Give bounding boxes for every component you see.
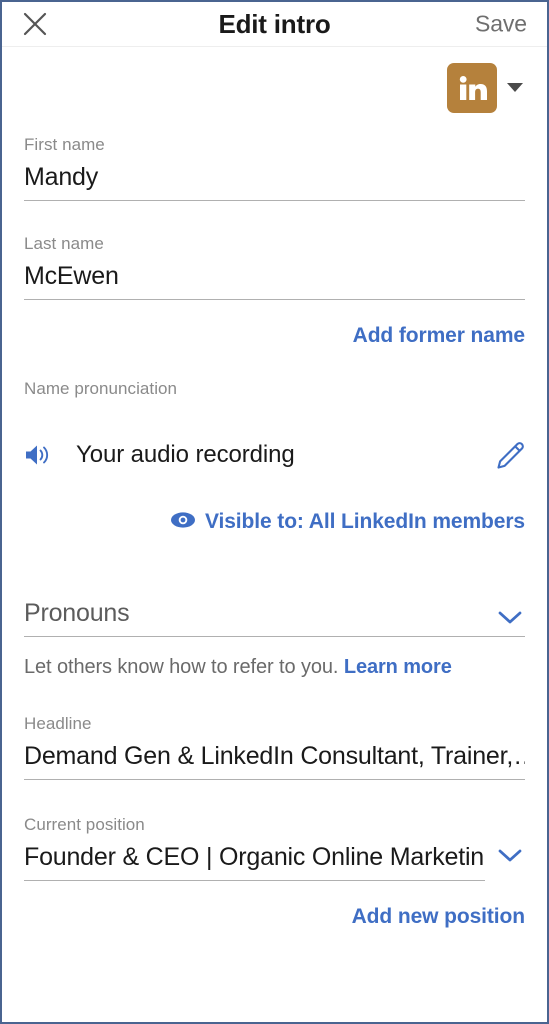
page-title: Edit intro <box>218 8 331 39</box>
last-name-field[interactable]: Last name McEwen <box>24 227 525 300</box>
audio-recording-row[interactable]: Your audio recording <box>24 428 525 482</box>
app-header: Edit intro Save <box>2 2 547 47</box>
last-name-value[interactable]: McEwen <box>24 255 525 293</box>
save-button[interactable]: Save <box>475 11 527 38</box>
headline-value[interactable]: Demand Gen & LinkedIn Consultant, Traine… <box>24 735 525 773</box>
pronouns-label: Pronouns <box>24 599 130 627</box>
pronouns-underline <box>24 636 525 637</box>
current-position-select[interactable]: Founder & CEO | Organic Online Marketing… <box>24 836 525 874</box>
headline-label: Headline <box>24 714 92 733</box>
speaker-icon[interactable] <box>24 442 56 468</box>
pronouns-helper-label: Let others know how to refer to you. <box>24 656 339 678</box>
linkedin-logo-icon[interactable] <box>447 62 497 113</box>
close-button[interactable] <box>20 9 50 39</box>
edit-intro-screen: Edit intro Save First name Mandy Last na <box>0 0 549 1024</box>
add-former-name-link[interactable]: Add former name <box>353 324 525 348</box>
branding-row <box>24 47 525 128</box>
first-name-field[interactable]: First name Mandy <box>24 128 525 201</box>
eye-icon <box>170 511 196 534</box>
pencil-icon[interactable] <box>491 439 525 471</box>
pronouns-field[interactable]: Pronouns Let others know how to refer to… <box>24 596 525 681</box>
chevron-down-icon[interactable] <box>485 846 525 864</box>
learn-more-link[interactable]: Learn more <box>344 656 452 678</box>
form-body: First name Mandy Last name McEwen Add fo… <box>2 47 547 941</box>
visibility-link[interactable]: Visible to: All LinkedIn members <box>205 510 525 534</box>
pronouns-select[interactable]: Pronouns <box>24 596 525 630</box>
audio-recording-label: Your audio recording <box>76 441 295 468</box>
add-new-position-link[interactable]: Add new position <box>352 905 525 929</box>
chevron-down-icon[interactable] <box>495 608 525 630</box>
current-position-field[interactable]: Current position Founder & CEO | Organic… <box>24 814 525 881</box>
last-name-label: Last name <box>24 234 104 253</box>
add-new-position-row: Add new position <box>24 893 525 941</box>
name-pronunciation-section: Name pronunciation Your audio recording <box>24 378 525 544</box>
add-former-name-row: Add former name <box>24 312 525 360</box>
pronouns-helper-text: Let others know how to refer to you. Lea… <box>24 653 525 681</box>
visibility-row[interactable]: Visible to: All LinkedIn members <box>24 500 525 544</box>
first-name-value[interactable]: Mandy <box>24 156 525 194</box>
first-name-label: First name <box>24 135 105 154</box>
current-position-value: Founder & CEO | Organic Online Marketing… <box>24 843 485 871</box>
name-pronunciation-label: Name pronunciation <box>24 379 178 398</box>
headline-field[interactable]: Headline Demand Gen & LinkedIn Consultan… <box>24 707 525 780</box>
close-icon <box>22 11 48 37</box>
caret-down-icon[interactable] <box>507 83 523 92</box>
current-position-label: Current position <box>24 815 145 834</box>
